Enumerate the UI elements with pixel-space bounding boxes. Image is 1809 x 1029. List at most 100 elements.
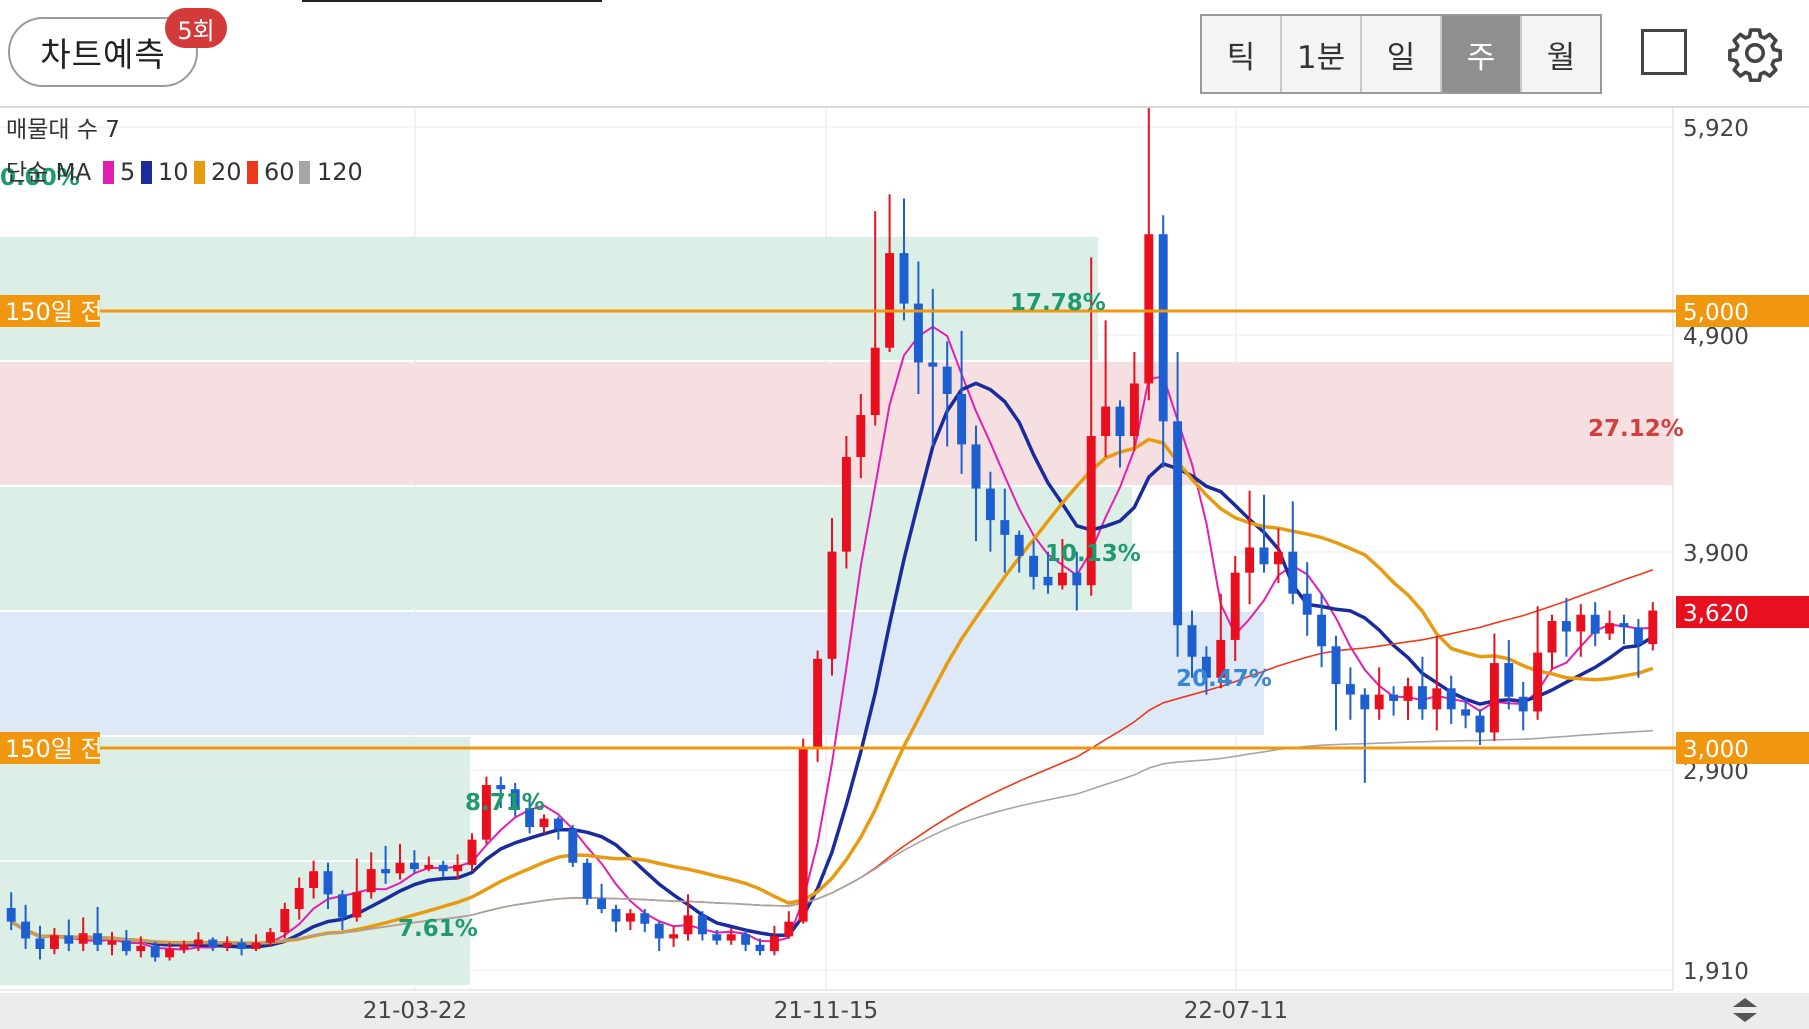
candle-body	[366, 869, 376, 893]
candle-body	[21, 921, 31, 939]
period-tab-month[interactable]: 월	[1522, 16, 1600, 92]
ma20-label: 20	[211, 158, 242, 186]
candle-body	[712, 934, 722, 941]
candle-body	[841, 457, 851, 552]
candle-body	[438, 864, 448, 872]
gear-icon[interactable]	[1726, 24, 1784, 82]
candle-body	[453, 864, 463, 872]
candle-body	[222, 942, 232, 947]
reference-label-bottom-text: 150일 전	[5, 735, 103, 763]
candle-body	[1115, 406, 1125, 437]
candle-body	[1259, 547, 1269, 565]
candle-body	[467, 839, 477, 865]
reference-label-top-text: 150일 전	[5, 298, 103, 326]
candle-body	[798, 747, 808, 922]
candle-body	[539, 818, 549, 828]
candle-body	[553, 818, 563, 830]
candle-body	[323, 871, 333, 895]
candle-body	[1360, 694, 1370, 710]
ma120-swatch	[299, 161, 310, 184]
x-tick-label: 21-03-22	[363, 998, 467, 1024]
candle-body	[136, 945, 146, 952]
candle-body	[1245, 547, 1255, 573]
volume-profile-label: 매물대 수 7	[6, 117, 120, 143]
candle-body	[294, 888, 304, 910]
candle-body	[1000, 520, 1010, 535]
candle-body	[1187, 625, 1197, 657]
ma5-label: 5	[120, 158, 135, 186]
candle-body	[251, 942, 261, 949]
candle-body	[697, 915, 707, 935]
candle-body	[1129, 383, 1139, 437]
candle-body	[784, 921, 794, 937]
candle-body	[985, 488, 995, 521]
candle-body	[582, 862, 592, 899]
chart-toolbar: 차트예측 5회 틱 1분 일 주 월	[0, 0, 1809, 108]
period-tab-week[interactable]: 주	[1442, 16, 1522, 92]
ma60-swatch	[247, 161, 258, 184]
candle-body	[1331, 646, 1341, 685]
zone-label: 20.47%	[1176, 666, 1272, 692]
candle-body	[1475, 715, 1485, 733]
candle-body	[78, 933, 88, 944]
zone-label: 8.71%	[465, 790, 545, 816]
candle-body	[1446, 688, 1456, 710]
candle-body	[1533, 652, 1543, 712]
candle-body	[424, 864, 434, 870]
active-tab-indicator	[302, 0, 602, 2]
scroll-handle-icon[interactable]	[1727, 995, 1763, 1025]
volume-zone	[0, 362, 1673, 485]
candle-body	[1101, 406, 1111, 437]
ma10-label: 10	[158, 158, 189, 186]
candle-body	[1489, 663, 1499, 733]
zone-label: 27.12%	[1588, 416, 1684, 442]
ma60-label: 60	[264, 158, 295, 186]
x-tick-label: 22-07-11	[1184, 998, 1288, 1024]
candle-body	[942, 366, 952, 394]
candle-body	[726, 934, 736, 941]
candle-body	[625, 913, 635, 922]
candle-body	[49, 935, 59, 949]
volume-zone	[0, 612, 1264, 735]
candle-body	[827, 551, 837, 659]
candle-body	[337, 894, 347, 918]
y-tick-label: 4,900	[1683, 324, 1749, 350]
candle-body	[870, 347, 880, 416]
candle-body	[1403, 686, 1413, 701]
period-tab-day[interactable]: 일	[1362, 16, 1442, 92]
candle-body	[928, 362, 938, 367]
y-tick-label: 1,910	[1683, 959, 1749, 985]
candle-body	[1288, 551, 1298, 594]
candle-body	[1043, 576, 1053, 586]
candle-body	[1230, 572, 1240, 640]
candle-body	[165, 948, 175, 958]
candle-body	[193, 939, 203, 945]
ma10-swatch	[141, 161, 152, 184]
candle-body	[1014, 534, 1024, 556]
candle-body	[611, 909, 621, 922]
candle-body	[121, 940, 131, 952]
candle-body	[1057, 572, 1067, 586]
candle-body	[741, 934, 751, 945]
candle-body	[1144, 234, 1154, 384]
candle-body	[150, 945, 160, 958]
candle-body	[1504, 663, 1514, 697]
candle-body	[1317, 614, 1327, 647]
candle-body	[957, 393, 967, 445]
candle-body	[1619, 623, 1629, 628]
candle-body	[395, 862, 405, 874]
candle-body	[1072, 572, 1082, 586]
ma120-label: 120	[317, 158, 363, 186]
candle-body	[899, 253, 909, 304]
period-tab-tick[interactable]: 틱	[1202, 16, 1282, 92]
period-tab-1min[interactable]: 1분	[1282, 16, 1362, 92]
price-chart[interactable]: 150일 전 150일 전 0.00% 17.78% 27.12% 10.13%…	[0, 108, 1809, 1029]
candle-body	[755, 944, 765, 952]
candle-body	[1158, 234, 1168, 422]
candle-body	[1273, 551, 1283, 565]
candle-body	[654, 923, 664, 939]
y-tick-label: 5,920	[1683, 116, 1749, 142]
square-icon[interactable]	[1641, 29, 1687, 75]
candle-body	[1605, 623, 1615, 634]
candle-body	[1561, 621, 1571, 632]
